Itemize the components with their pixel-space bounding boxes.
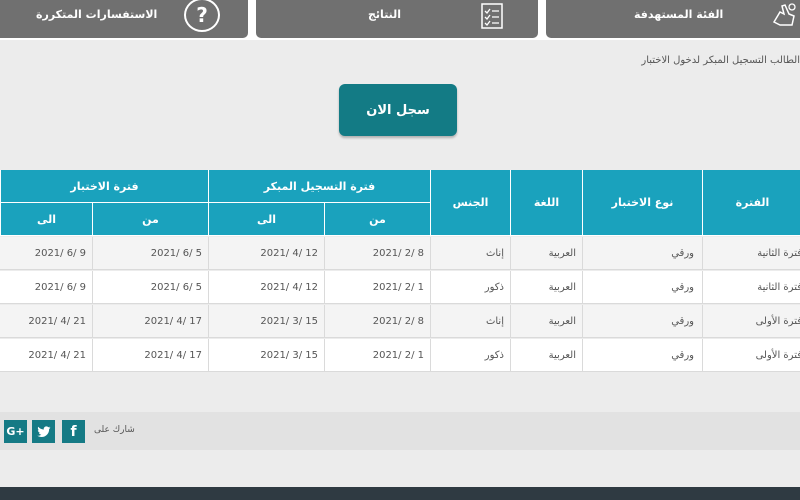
cell-gender: ذكور xyxy=(430,271,510,304)
cell-exam-type: ورقي xyxy=(582,271,702,304)
header-exam-type: نوع الاختبار xyxy=(582,170,702,236)
cell-exam-type: ورقي xyxy=(582,237,702,270)
cell-exam-from: 2021/ 4/ 17 xyxy=(92,305,208,338)
header-exam-from: من xyxy=(92,203,208,236)
cell-exam-type: ورقي xyxy=(582,339,702,372)
cell-reg-from: 2021/ 2/ 1 xyxy=(324,271,430,304)
cell-language: العربية xyxy=(510,305,582,338)
share-label: شارك على xyxy=(94,425,135,435)
nav-faq-button[interactable]: الاستفسارات المتكررة ? xyxy=(0,0,248,38)
cell-reg-from: 2021/ 2/ 8 xyxy=(324,305,430,338)
table-row: فترة الأولى ورقي العربية ذكور 2021/ 2/ 1… xyxy=(0,339,800,372)
cell-reg-from: 2021/ 2/ 1 xyxy=(324,339,430,372)
nav-results-label: النتائج xyxy=(368,8,402,21)
intro-text: الطالب التسجيل المبكر لدخول الاختبار xyxy=(641,55,800,66)
cell-exam-from: 2021/ 6/ 5 xyxy=(92,237,208,270)
cell-reg-to: 2021/ 3/ 15 xyxy=(208,339,324,372)
header-exam-period: فترة الاختبار xyxy=(0,170,208,203)
cell-exam-type: ورقي xyxy=(582,305,702,338)
cell-gender: إناث xyxy=(430,237,510,270)
register-now-button[interactable]: سجل الان xyxy=(339,84,457,136)
question-circle-icon: ? xyxy=(184,0,220,32)
header-period: الفترة xyxy=(702,170,800,236)
cell-reg-from: 2021/ 2/ 8 xyxy=(324,237,430,270)
cell-exam-from: 2021/ 4/ 17 xyxy=(92,339,208,372)
twitter-bird-icon xyxy=(36,425,50,437)
header-exam-to: الى xyxy=(0,203,92,236)
cell-exam-to: 2021/ 6/ 9 xyxy=(34,282,86,293)
google-plus-icon: G+ xyxy=(6,425,25,438)
facebook-button[interactable]: f xyxy=(62,420,85,443)
cell-exam-to: 2021/ 6/ 9 xyxy=(34,248,86,259)
checklist-icon xyxy=(481,3,503,29)
cell-gender: ذكور xyxy=(430,339,510,372)
cell-period: فترة الأولى xyxy=(702,305,800,338)
nav-target-label: الفئة المستهدفة xyxy=(634,8,724,21)
cell-period: فترة الثانية xyxy=(702,237,800,270)
hand-pointer-icon xyxy=(772,3,796,26)
cell-language: العربية xyxy=(510,237,582,270)
header-reg-from: من xyxy=(324,203,430,236)
cell-reg-to: 2021/ 4/ 12 xyxy=(208,237,324,270)
table-row: فترة الثانية ورقي العربية ذكور 2021/ 2/ … xyxy=(0,271,800,304)
table-row: فترة الثانية ورقي العربية إناث 2021/ 2/ … xyxy=(0,237,800,270)
twitter-button[interactable] xyxy=(32,420,55,443)
cell-period: فترة الأولى xyxy=(702,339,800,372)
nav-target-button[interactable]: الفئة المستهدفة xyxy=(546,0,800,38)
nav-faq-label: الاستفسارات المتكررة xyxy=(36,8,158,21)
cell-exam-to: 2021/ 4/ 21 xyxy=(28,350,86,361)
header-reg-to: الى xyxy=(208,203,324,236)
cell-reg-to: 2021/ 3/ 15 xyxy=(208,305,324,338)
cell-exam-from: 2021/ 6/ 5 xyxy=(92,271,208,304)
share-bar: G+ f شارك على xyxy=(0,412,800,450)
top-navigation: الاستفسارات المتكررة ? النتائج الفئة الم… xyxy=(0,0,800,40)
table-row: فترة الأولى ورقي العربية إناث 2021/ 2/ 8… xyxy=(0,305,800,338)
cell-language: العربية xyxy=(510,271,582,304)
cell-period: فترة الثانية xyxy=(702,271,800,304)
header-gender: الجنس xyxy=(430,170,510,236)
cell-language: العربية xyxy=(510,339,582,372)
cell-reg-to: 2021/ 4/ 12 xyxy=(208,271,324,304)
header-language: اللغة xyxy=(510,170,582,236)
footer-bar xyxy=(0,487,800,500)
header-early-registration: فترة التسجيل المبكر xyxy=(208,170,430,203)
exam-schedule-table: الفترة نوع الاختبار اللغة الجنس فترة الت… xyxy=(0,170,800,372)
google-plus-button[interactable]: G+ xyxy=(4,420,27,443)
cell-exam-to: 2021/ 4/ 21 xyxy=(28,316,86,327)
nav-results-button[interactable]: النتائج xyxy=(256,0,538,38)
cell-gender: إناث xyxy=(430,305,510,338)
facebook-icon: f xyxy=(70,423,77,440)
